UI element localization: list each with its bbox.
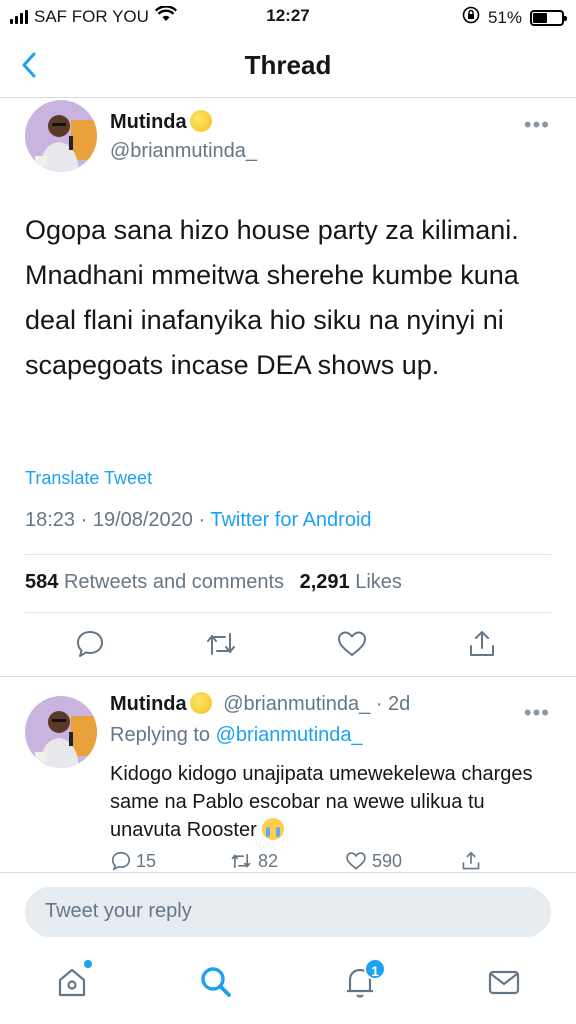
retweet-icon <box>207 633 235 655</box>
retweets-count: 584 <box>25 571 59 593</box>
share-button[interactable] <box>466 628 498 660</box>
tweet-timestamp: 18:23 · 19/08/2020 · <box>25 509 211 531</box>
tweet-actions <box>0 628 576 668</box>
divider <box>25 612 551 613</box>
divider <box>25 554 551 555</box>
author-handle[interactable]: @brianmutinda_ <box>110 140 257 163</box>
share-icon <box>470 631 494 656</box>
sun-emoji-icon <box>189 110 212 132</box>
share-icon <box>462 851 480 870</box>
home-icon <box>58 968 86 997</box>
sun-emoji-icon <box>189 692 212 714</box>
reply-retweet-count: 82 <box>258 850 279 871</box>
avatar[interactable] <box>25 100 97 172</box>
crying-emoji-icon <box>262 818 285 840</box>
like-button[interactable] <box>336 628 368 660</box>
reply-text-block: Kidogo kidogo unajipata umewekelewa char… <box>110 760 550 844</box>
tweet-client-link[interactable]: Twitter for Android <box>210 509 371 531</box>
orientation-lock-icon <box>462 6 480 29</box>
tweet-text: Ogopa sana hizo house party za kilimani.… <box>25 215 519 380</box>
reply-comment-button[interactable]: 15 <box>110 850 156 872</box>
new-content-dot <box>84 960 92 968</box>
page-title: Thread <box>244 50 332 80</box>
reply-text: Kidogo kidogo unajipata umewekelewa char… <box>110 763 533 841</box>
status-bar: SAF FOR YOU 12:27 51% <box>0 0 576 34</box>
nav-header: Thread <box>0 34 576 98</box>
retweets-label: Retweets and comments <box>63 571 285 593</box>
tweet-meta: 18:23 · 19/08/2020 · Twitter for Android <box>25 509 372 532</box>
notification-badge: 1 <box>364 958 386 980</box>
reply-actions: 15 82 590 <box>110 850 550 872</box>
likes-label: Likes <box>355 571 402 593</box>
reply-share-button[interactable] <box>460 850 482 872</box>
tab-messages[interactable] <box>486 964 522 1000</box>
avatar[interactable] <box>25 696 97 768</box>
compose-bar: Tweet your reply <box>0 872 576 952</box>
replying-to: Replying to @brianmutinda_ <box>110 724 363 747</box>
divider <box>0 676 576 677</box>
translate-tweet-link[interactable]: Translate Tweet <box>25 468 152 489</box>
battery-percent: 51% <box>487 7 522 27</box>
tab-search[interactable] <box>198 964 234 1000</box>
reply-button[interactable] <box>74 628 106 660</box>
likes-count: 2,291 <box>299 571 350 593</box>
reply-input[interactable]: Tweet your reply <box>25 887 551 937</box>
likes-stat[interactable]: 2,291 Likes <box>300 571 402 593</box>
reply-handle-time[interactable]: @brianmutinda_ · 2d <box>223 693 410 715</box>
more-options-icon[interactable]: ••• <box>524 702 550 724</box>
tweet-stats: 584 Retweets and comments 2,291 Likes <box>25 571 402 594</box>
comment-icon <box>77 631 103 657</box>
replying-to-prefix: Replying to <box>110 724 216 746</box>
retweet-icon <box>231 854 251 868</box>
battery-icon <box>530 9 567 26</box>
mail-icon <box>488 970 520 995</box>
heart-icon <box>338 631 366 656</box>
reply-tweet[interactable]: Mutinda @brianmutinda_ · 2d ••• Replying… <box>0 680 576 872</box>
replying-to-handle[interactable]: @brianmutinda_ <box>216 724 363 746</box>
reply-like-count: 590 <box>372 850 403 871</box>
retweets-stat[interactable]: 584 Retweets and comments <box>25 571 284 593</box>
author-name[interactable]: Mutinda <box>110 111 187 133</box>
search-icon <box>201 967 231 997</box>
tab-bar: 1 <box>0 952 576 1024</box>
reply-like-button[interactable]: 590 <box>344 850 402 872</box>
reply-retweet-button[interactable]: 82 <box>228 850 278 872</box>
reply-comment-count: 15 <box>136 850 157 871</box>
comment-icon <box>111 851 131 872</box>
reply-author-name[interactable]: Mutinda <box>110 693 187 715</box>
tab-notifications[interactable]: 1 <box>342 958 386 1000</box>
retweet-button[interactable] <box>204 628 236 660</box>
tab-home[interactable] <box>54 960 92 1000</box>
more-options-icon[interactable]: ••• <box>524 114 550 136</box>
heart-icon <box>346 852 366 870</box>
